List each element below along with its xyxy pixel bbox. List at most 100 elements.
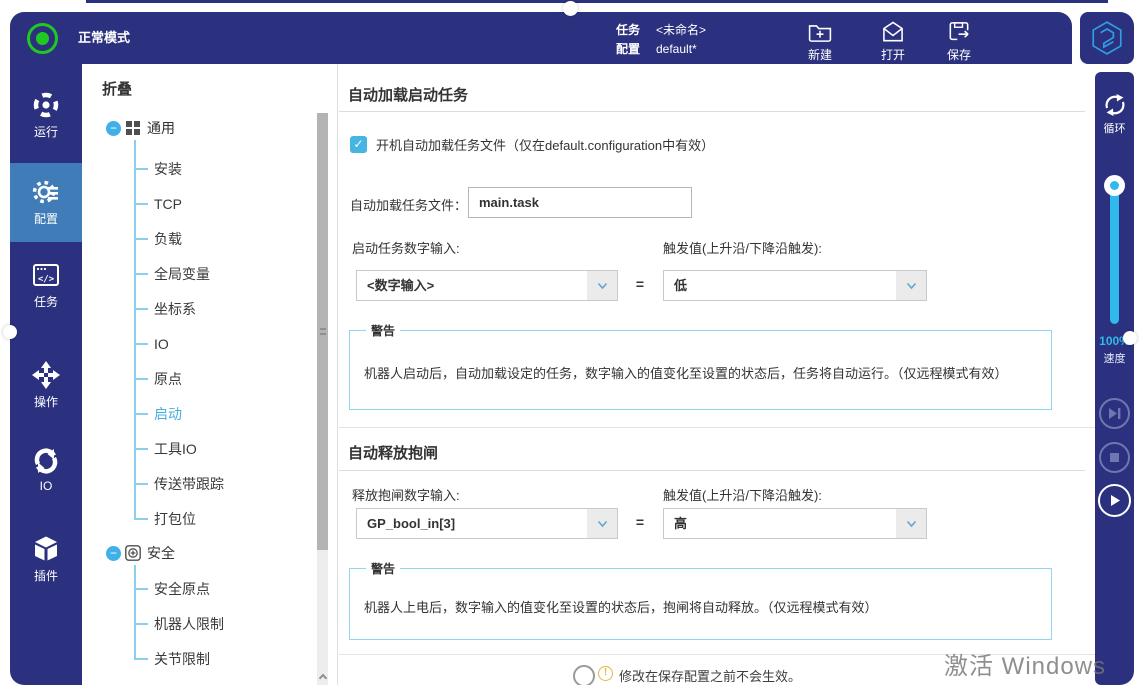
tree-item-label: 打包位 [154,509,196,529]
tree-stub [134,273,148,275]
digital-input-dropdown[interactable]: <数字输入> [356,270,618,301]
trigger-value-label: 触发值(上升沿/下降沿触发): [663,485,822,504]
grid-squares-icon [125,120,141,136]
sidebar-item-plugin[interactable]: 插件 [10,534,82,584]
mode-status-icon [27,23,58,54]
tree-item-label: IO [154,336,169,352]
open-envelope-icon [880,19,906,45]
save-button[interactable]: 保存 [931,19,987,63]
warning-legend: 警告 [366,322,400,339]
new-button-label: 新建 [792,46,848,63]
loop-button[interactable]: 循环 [1095,92,1134,136]
digital-input-label: 启动任务数字输入: [352,238,460,257]
tree-item-label: TCP [154,196,182,212]
tree-item-io[interactable]: IO [134,333,169,355]
logo-block [1080,12,1134,64]
sidebar-label-config: 配置 [10,210,82,227]
tree-item-coordinates[interactable]: 坐标系 [134,298,196,320]
selection-handle-top [563,1,578,16]
sidebar-item-run[interactable]: 运行 [10,90,82,140]
title-rule [339,470,1085,471]
brake-input-label: 释放抱闸数字输入: [352,485,460,504]
tree-item-robot-limits[interactable]: 机器人限制 [134,613,224,635]
io-sync-icon [31,446,61,476]
tree-item-payload[interactable]: 负载 [134,228,182,250]
tree-item-conveyor[interactable]: 传送带跟踪 [134,473,224,495]
config-tree-panel: 折叠 − 通用 安装 TCP 负载 全局变量 坐标系 IO 原点 启动 工具IO… [82,64,338,685]
tree-item-label: 关节限制 [154,649,210,669]
chevron-down-icon [587,509,617,538]
tree-scrollbar-thumb[interactable] [317,113,328,550]
knob-dot [1110,181,1119,190]
tree-item-install[interactable]: 安装 [134,158,182,180]
move-arrows-icon [31,360,61,390]
sidebar-label-run: 运行 [10,123,82,140]
speed-slider-track[interactable] [1110,184,1119,324]
mode-label: 正常模式 [78,12,130,64]
sidebar-item-io[interactable]: IO [10,446,82,493]
sidebar-item-config[interactable]: 配置 [10,163,82,242]
tree-group-safety[interactable]: − 安全 [106,542,175,564]
trigger-value-dropdown[interactable]: 低 [663,270,927,301]
step-button-disabled[interactable] [1099,398,1130,429]
tree-item-label: 传送带跟踪 [154,474,224,494]
loop-label: 循环 [1095,120,1134,136]
sidebar-label-operate: 操作 [10,393,82,410]
tree-item-home[interactable]: 原点 [134,368,182,390]
chevron-up-icon [318,673,326,681]
sidebar-item-operate[interactable]: 操作 [10,360,82,410]
sidebar-label-task: 任务 [10,293,82,310]
safety-plus-icon [125,545,141,561]
equals-sign: = [627,276,653,292]
tree-scrollbar[interactable] [317,113,328,685]
tree-item-pack-position[interactable]: 打包位 [134,508,196,530]
tree-item-label: 工具IO [154,439,197,459]
svg-text:</>: </> [38,275,55,285]
tree-item-label: 安装 [154,159,182,179]
sidebar-label-plugin: 插件 [10,567,82,584]
background-window-edge [86,0,1108,3]
stop-button-disabled[interactable] [1099,442,1130,473]
play-button[interactable] [1098,484,1131,517]
tree-collapse-header[interactable]: 折叠 [102,78,132,99]
tree-stub [134,238,148,240]
tree-item-startup-active[interactable]: 启动 [134,403,182,425]
brake-trigger-dropdown[interactable]: 高 [663,508,927,539]
tree-item-tcp[interactable]: TCP [134,193,182,215]
checkbox-label: 开机自动加载任务文件（仅在default.configuration中有效） [376,135,714,154]
tree-group-general[interactable]: − 通用 [106,117,175,139]
tree-item-label: 安全原点 [154,579,210,599]
chevron-down-icon [587,271,617,300]
brake-input-dropdown[interactable]: GP_bool_in[3] [356,508,618,539]
settings-content: 自动加载启动任务 ✓ 开机自动加载任务文件（仅在default.configur… [339,64,1095,685]
scroll-up-arrow[interactable] [317,667,328,685]
stop-icon [1106,449,1123,466]
top-bar: 正常模式 任务 <未命名> 配置 default* 新建 打开 保存 [10,12,1072,64]
config-name-value: default* [656,42,697,56]
save-button-label: 保存 [931,46,987,63]
new-button[interactable]: 新建 [792,19,848,63]
section-title-autoload: 自动加载启动任务 [348,84,468,105]
tree-item-label: 启动 [154,404,182,424]
collapse-toggle-icon[interactable]: − [106,121,121,136]
tree-stub [134,168,148,170]
task-file-input[interactable] [468,187,692,218]
chevron-down-icon [896,509,926,538]
sidebar-item-task[interactable]: </> 任务 [10,260,82,310]
checkbox-checked-icon[interactable]: ✓ [350,136,367,153]
tree-stub [134,203,148,205]
tree-item-joint-limits[interactable]: 关节限制 [134,648,210,670]
tree-item-global-vars[interactable]: 全局变量 [134,263,210,285]
tree-item-tool-io[interactable]: 工具IO [134,438,197,460]
speed-slider-knob[interactable] [1104,175,1125,196]
skip-to-end-icon [1106,405,1123,422]
spinner-circle-icon [573,665,595,685]
selection-handle-left [3,325,17,339]
open-button[interactable]: 打开 [865,19,921,63]
alert-icon: ! [598,666,613,681]
collapse-toggle-icon[interactable]: − [106,546,121,561]
tree-item-safety-home[interactable]: 安全原点 [134,578,210,600]
autoload-checkbox-row[interactable]: ✓ 开机自动加载任务文件（仅在default.configuration中有效） [350,135,714,154]
warning-text: 机器人启动后，自动加载设定的任务，数字输入的值变化至设置的状态后，任务将自动运行… [364,363,1037,382]
tree-stub [134,308,148,310]
